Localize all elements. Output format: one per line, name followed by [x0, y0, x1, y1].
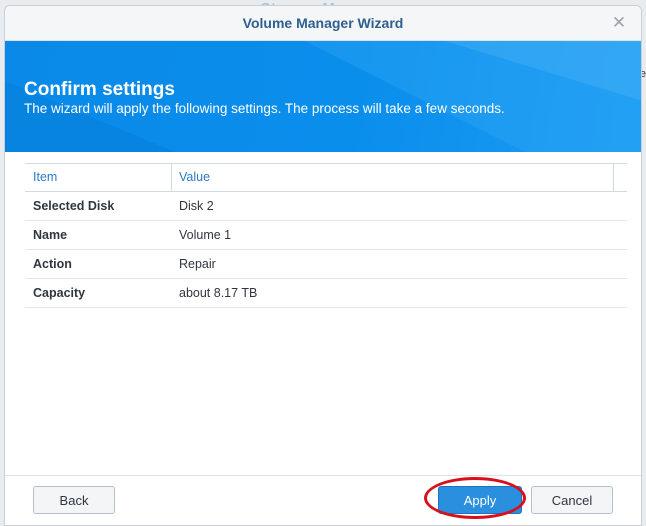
row-item-label: Capacity — [33, 286, 86, 300]
row-value: Disk 2 — [179, 199, 214, 213]
cancel-button[interactable]: Cancel — [531, 486, 613, 514]
row-value: about 8.17 TB — [179, 286, 258, 300]
table-row: Name Volume 1 — [25, 221, 627, 250]
settings-grid: Item Value Selected Disk Disk 2 Name Vol… — [25, 163, 627, 308]
apply-button[interactable]: Apply — [438, 486, 522, 514]
dialog-footer: Back Apply Cancel — [5, 475, 641, 525]
table-row: Action Repair — [25, 250, 627, 279]
table-row: Selected Disk Disk 2 — [25, 192, 627, 221]
dialog-titlebar[interactable]: Volume Manager Wizard ✕ — [5, 6, 641, 41]
dialog-title: Volume Manager Wizard — [242, 15, 404, 31]
column-header-value[interactable]: Value — [179, 164, 210, 191]
column-divider[interactable] — [171, 164, 172, 191]
row-item-label: Action — [33, 257, 72, 271]
table-row: Capacity about 8.17 TB — [25, 279, 627, 308]
wizard-banner: Confirm settings The wizard will apply t… — [5, 41, 641, 152]
close-icon[interactable]: ✕ — [609, 6, 629, 40]
grid-header: Item Value — [25, 164, 627, 192]
row-item-label: Name — [33, 228, 68, 242]
row-value: Repair — [179, 257, 216, 271]
column-header-item[interactable]: Item — [33, 164, 57, 191]
wizard-dialog: Volume Manager Wizard ✕ Confirm settings… — [4, 5, 642, 526]
column-divider[interactable] — [613, 164, 614, 191]
row-value: Volume 1 — [179, 228, 232, 242]
back-button[interactable]: Back — [33, 486, 115, 514]
banner-description: The wizard will apply the following sett… — [24, 101, 505, 116]
row-item-label: Selected Disk — [33, 199, 115, 213]
banner-heading: Confirm settings — [24, 79, 175, 100]
